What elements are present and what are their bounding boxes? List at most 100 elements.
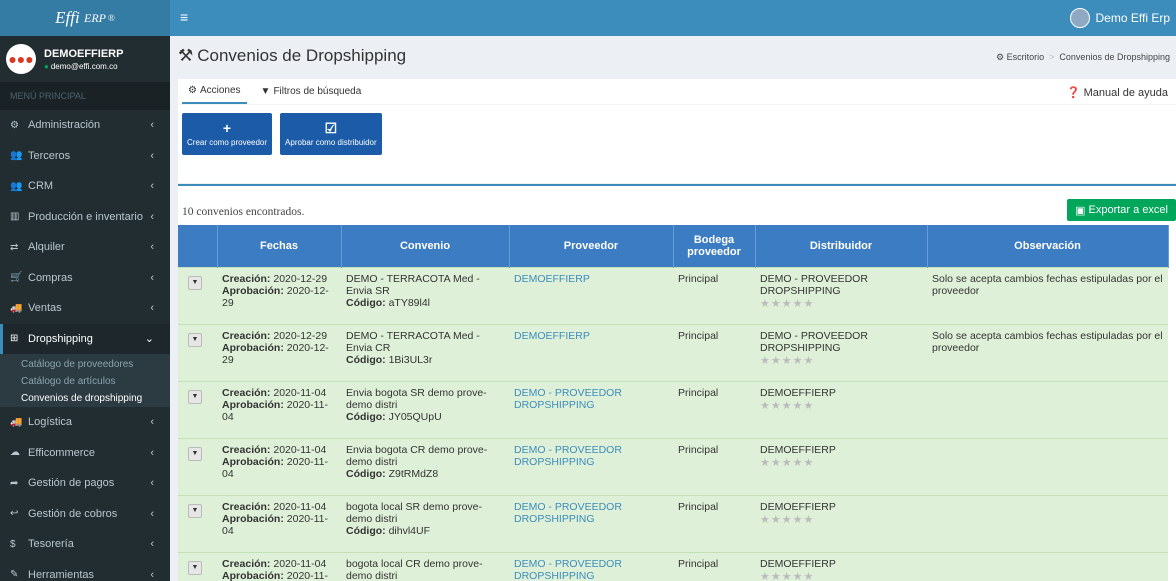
check-square-icon: ☑ (324, 120, 338, 136)
sidebar-item-label: Compras (28, 271, 73, 284)
sidebar-item-terceros[interactable]: 👥 Terceros ‹ (0, 141, 170, 172)
table-header-row: Fechas Convenio Proveedor Bodega proveedor D… (178, 225, 1169, 267)
warehouse-cell: Principal (673, 323, 755, 381)
sidebar-item-crm[interactable]: 👥 CRM ‹ (0, 171, 170, 202)
top-user-name: Demo Effi Erp (1095, 11, 1170, 25)
caret-down-icon[interactable]: ▼ (188, 275, 202, 290)
sidebar-item-alquiler[interactable]: ⇄ Alquiler ‹ (0, 232, 170, 263)
main-menu: ⚙ Administración ‹ 👥 Terceros ‹ 👥 CRM ‹ ▥ Producci… (0, 110, 170, 581)
chevron-left-icon: ‹ (150, 538, 154, 551)
provider-link[interactable]: DEMO - PROVEEDOR DROPSHIPPING (514, 501, 622, 525)
provider-link[interactable]: DEMO - PROVEEDOR DROPSHIPPING (514, 558, 622, 581)
create-as-provider-button[interactable]: + Crear como proveedor (182, 113, 273, 155)
provider-link[interactable]: DEMOEFFIERP (514, 330, 590, 342)
reply-icon: ↩ (10, 508, 19, 520)
submenu-item[interactable]: Catálogo de artículos (0, 373, 170, 390)
approve-as-distributor-button[interactable]: ☑ Aprobar como distribuidor (280, 113, 382, 155)
table-row: ▼ Creación: 2020-11-04 Aprobación: 2020-11… (178, 437, 1168, 495)
tab-filtros[interactable]: ▼ Filtros de búsqueda (255, 80, 368, 103)
sidebar-item-ventas[interactable]: 🚚 Ventas ‹ (0, 293, 170, 324)
chevron-left-icon: ‹ (150, 568, 154, 581)
star-rating-icon[interactable]: ★★★★★ (760, 297, 923, 310)
hamburger-icon[interactable]: ≡ (180, 9, 188, 25)
user-name: DEMOEFFIERP (44, 47, 124, 60)
provider-link[interactable]: DEMO - PROVEEDOR DROPSHIPPING (514, 444, 622, 468)
sidebar-item-label: Herramientas (28, 568, 95, 581)
dropshipping-submenu: Catálogo de proveedores Catálogo de artíc… (0, 354, 170, 407)
app-logo[interactable]: Effi ERP ® (0, 0, 170, 36)
caret-down-icon[interactable]: ▼ (188, 332, 202, 347)
sidebar-item-dropshipping[interactable]: ⊞ Dropshipping ⌄ (0, 323, 170, 354)
user-email: demo@effi.com.co (50, 61, 118, 71)
sidebar-item-label: Efficommerce (28, 446, 96, 459)
submenu-item[interactable]: Catálogo de proveedores (0, 356, 170, 373)
column-header: Fechas (217, 225, 342, 267)
user-menu[interactable]: Demo Effi Erp (1069, 0, 1170, 36)
warehouse-cell: Principal (673, 551, 755, 581)
sidebar-item-gesti-n-de-cobros[interactable]: ↩ Gestión de cobros ‹ (0, 499, 170, 530)
star-rating-icon[interactable]: ★★★★★ (760, 456, 923, 469)
users-icon: 👥 (10, 150, 23, 162)
wrench-icon: ✎ (10, 569, 19, 581)
chevron-down-icon: ⌄ (144, 333, 154, 346)
star-rating-icon[interactable]: ★★★★★ (760, 354, 923, 367)
chevron-left-icon: ‹ (150, 477, 154, 490)
caret-down-icon[interactable]: ▼ (188, 446, 202, 461)
breadcrumb-home[interactable]: Escritorio (1007, 52, 1045, 62)
filter-icon: ▼ (260, 86, 271, 97)
tab-acciones[interactable]: ⚙ Acciones (182, 79, 247, 104)
chevron-left-icon: ‹ (150, 302, 154, 315)
agreement-cell: Envia bogota SR demo prove- demo distri C… (341, 380, 509, 438)
sidebar-item-compras[interactable]: 🛒 Compras ‹ (0, 263, 170, 294)
caret-down-icon[interactable]: ▼ (188, 503, 202, 518)
dates-cell: Creación: 2020-11-04 Aprobación: 2020-11-… (217, 551, 341, 581)
distributor-cell: DEMO - PROVEEDOR DROPSHIPPING ★★★★★ (755, 266, 927, 324)
chevron-left-icon: ‹ (150, 210, 154, 223)
provider-cell: DEMOEFFIERP (509, 323, 673, 381)
truck-icon: 🚚 (10, 302, 23, 314)
chevron-left-icon: ‹ (150, 119, 154, 132)
warehouse-cell: Principal (673, 380, 755, 438)
column-header (178, 225, 218, 267)
chevron-left-icon: ‹ (150, 271, 154, 284)
truck-icon: 🚚 (10, 416, 23, 428)
breadcrumb-current: Convenios de Dropshipping (1059, 52, 1170, 62)
sidebar-item-label: Administración (28, 119, 101, 132)
provider-link[interactable]: DEMO - PROVEEDOR DROPSHIPPING (514, 387, 622, 411)
help-manual-link[interactable]: ❓ Manual de ayuda (1067, 86, 1168, 99)
content-area: ⚒ Convenios de Dropshipping ⚙ Escritorio >… (170, 36, 1176, 581)
agreement-cell: bogota local SR demo prove- demo distri C… (341, 494, 509, 552)
question-icon: ❓ (1066, 87, 1081, 99)
actions-panel: ⚙ Acciones ▼ Filtros de búsqueda ❓ Manual … (178, 79, 1176, 183)
chevron-left-icon: ‹ (150, 507, 154, 520)
breadcrumb: ⚙ Escritorio > Convenios de Dropshipping (996, 52, 1170, 62)
caret-down-icon[interactable]: ▼ (188, 560, 202, 575)
sidebar-item-administraci-n[interactable]: ⚙ Administración ‹ (0, 110, 170, 141)
warehouse-cell: Principal (673, 266, 755, 324)
results-box: 10 convenios encontrados. ▣ Exportar a ex… (178, 184, 1176, 581)
cogs-icon: ⚙ (10, 119, 19, 131)
observation-cell (927, 494, 1168, 552)
dates-cell: Creación: 2020-11-04 Aprobación: 2020-11-… (217, 437, 341, 495)
submenu-item[interactable]: Convenios de dropshipping (0, 390, 170, 407)
sidebar-item-efficommerce[interactable]: ☁ Efficommerce ‹ (0, 438, 170, 469)
agreement-cell: DEMO - TERRACOTA Med - Envia SR Código: a… (341, 266, 509, 324)
dates-cell: Creación: 2020-11-04 Aprobación: 2020-11-… (217, 494, 341, 552)
sidebar-item-label: Tesorería (28, 538, 74, 551)
distributor-cell: DEMOEFFIERP ★★★★★ (755, 437, 927, 495)
export-excel-button[interactable]: ▣ Exportar a excel (1067, 199, 1176, 221)
sidebar-item-log-stica[interactable]: 🚚 Logística ‹ (0, 407, 170, 438)
sidebar-item-herramientas[interactable]: ✎ Herramientas ‹ (0, 560, 170, 581)
star-rating-icon[interactable]: ★★★★★ (760, 513, 923, 526)
column-header: Proveedor (509, 225, 674, 267)
caret-down-icon[interactable]: ▼ (188, 389, 202, 404)
star-rating-icon[interactable]: ★★★★★ (760, 399, 923, 412)
sidebar-item-producci-n-e-inventario[interactable]: ▥ Producción e inventario ‹ (0, 202, 170, 233)
sidebar-item-gesti-n-de-pagos[interactable]: ➦ Gestión de pagos ‹ (0, 468, 170, 499)
table-row: ▼ Creación: 2020-12-29 Aprobación: 2020-12… (178, 266, 1168, 324)
page-title: ⚒ Convenios de Dropshipping (178, 46, 407, 65)
star-rating-icon[interactable]: ★★★★★ (760, 570, 923, 581)
column-header: Distribuidor (755, 225, 928, 267)
sidebar-item-tesorer-a[interactable]: $ Tesorería ‹ (0, 529, 170, 560)
provider-link[interactable]: DEMOEFFIERP (514, 273, 590, 285)
